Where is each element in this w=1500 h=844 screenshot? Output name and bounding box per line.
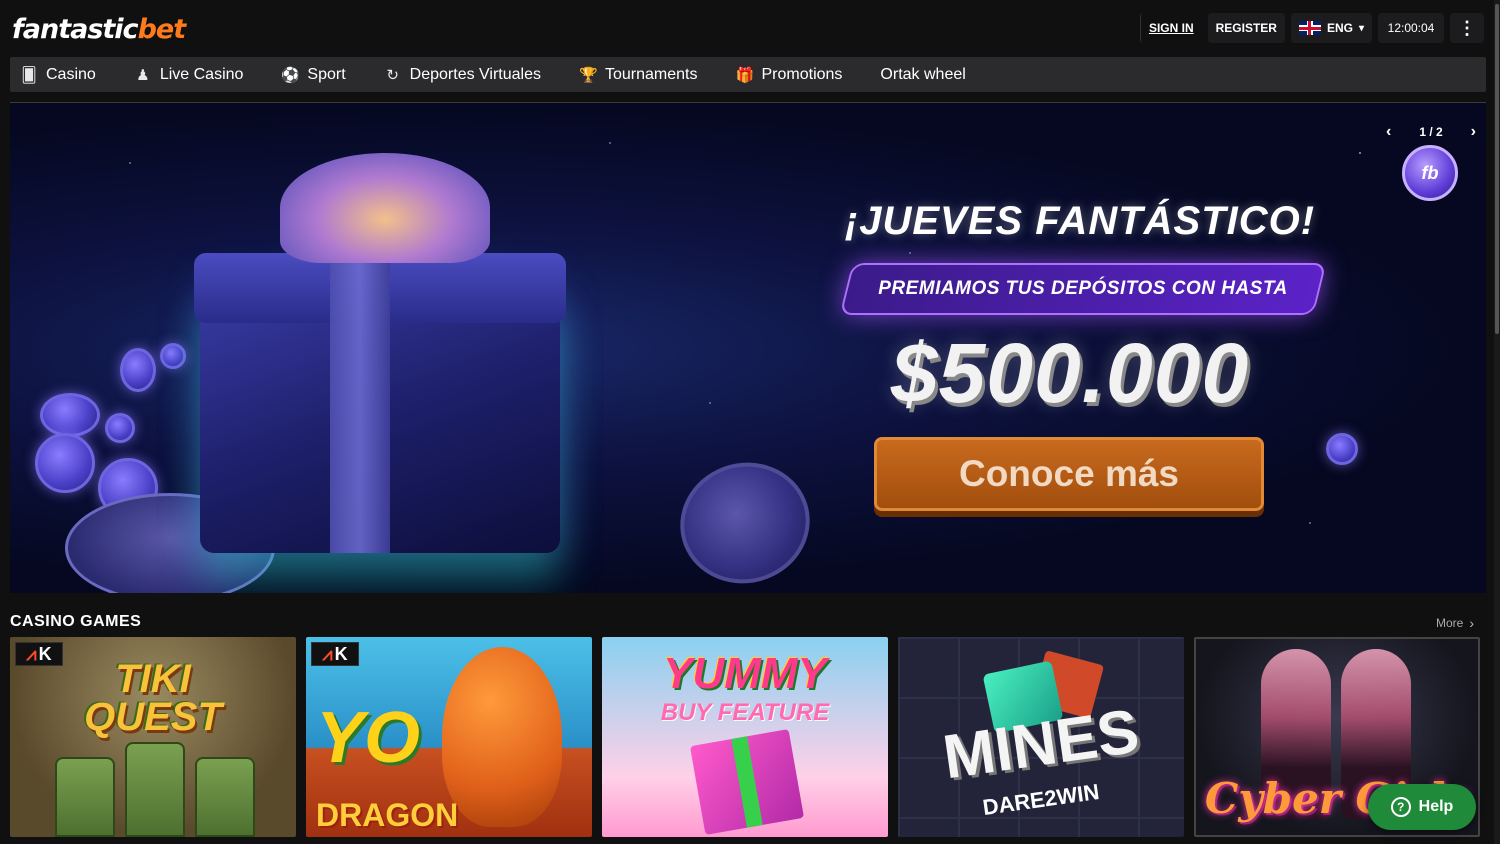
gift-ribbon — [330, 253, 390, 553]
dragon-character-image — [442, 647, 562, 827]
header-actions: SIGN IN REGISTER ENG ▾ 12:00:04 ⋮ — [1139, 13, 1484, 43]
tiki-statue-image — [55, 757, 115, 837]
nav-item-tournaments[interactable]: 🏆 Tournaments — [579, 66, 698, 84]
nav-item-live-casino[interactable]: ♟ Live Casino — [134, 65, 244, 84]
promo-title: ¡JUEVES FANTÁSTICO! — [844, 199, 1316, 243]
coin-icon — [1326, 433, 1358, 465]
promo-subtitle: PREMIAMOS TUS DEPÓSITOS CON HASTA — [878, 278, 1288, 299]
clock-display: 12:00:04 — [1378, 13, 1444, 43]
tiki-statue-image — [195, 757, 255, 837]
chevron-down-icon: ▾ — [1358, 22, 1364, 34]
uk-flag-icon — [1298, 21, 1321, 35]
nav-item-sport[interactable]: ⚽ Sport — [281, 66, 345, 84]
logo-text-main: fantastic — [12, 14, 139, 45]
chevron-left-icon[interactable]: ‹ — [1386, 123, 1391, 141]
casino-cards-icon: 🂠 — [21, 66, 37, 84]
nav-item-label: Deportes Virtuales — [409, 65, 541, 83]
promo-amount: $500.000 — [890, 326, 1250, 420]
provider-logo-icon: ⩘ — [322, 643, 333, 664]
game-card-yummy[interactable]: YUMMY BUY FEATURE — [602, 637, 888, 837]
gift-bow — [280, 153, 490, 263]
nav-item-label: Sport — [307, 65, 346, 83]
coin-icon — [40, 393, 100, 437]
chevron-right-icon[interactable]: › — [1471, 123, 1476, 141]
tiki-statue-image — [125, 742, 185, 837]
provider-badge: ⩘ K — [311, 642, 359, 666]
provider-badge-label: K — [334, 643, 348, 664]
promo-banner[interactable]: ¡JUEVES FANTÁSTICO! PREMIAMOS TUS DEPÓSI… — [10, 103, 1486, 593]
page-scrollbar[interactable] — [1494, 0, 1500, 844]
help-button[interactable]: ? Help — [1368, 784, 1476, 830]
nav-item-label: Casino — [46, 65, 96, 83]
game-card-mines[interactable]: MINES DARE2WIN — [898, 637, 1184, 837]
main-nav: 🂠 Casino ♟ Live Casino ⚽ Sport ↻ Deporte… — [10, 57, 1486, 92]
site-logo[interactable]: fantasticbet — [12, 14, 187, 45]
conoce-mas-button[interactable]: Conoce más — [874, 437, 1264, 511]
coin-icon — [35, 433, 95, 493]
soccer-ball-icon: ⚽ — [281, 66, 301, 84]
game-card-yo-dragon[interactable]: ⩘ K YO DRAGON — [306, 637, 592, 837]
casino-games-row: ⩘ K TIKI QUEST ⩘ K YO DRAGON YUMMY BUY FEA… — [10, 637, 1481, 837]
more-label: More — [1436, 616, 1464, 630]
gift-box-image — [194, 153, 566, 553]
language-selector[interactable]: ENG ▾ — [1290, 13, 1372, 43]
game-title-line1: TIKI — [115, 657, 191, 701]
virtual-sports-icon: ↻ — [386, 66, 399, 84]
kebab-menu-icon[interactable]: ⋮ — [1450, 13, 1484, 43]
casino-games-heading: CASINO GAMES — [10, 613, 142, 630]
nav-item-casino[interactable]: 🂠 Casino — [20, 66, 96, 84]
top-header: fantasticbet SIGN IN REGISTER ENG ▾ 12:0… — [0, 0, 1500, 56]
game-title-line2: BUY FEATURE — [660, 699, 830, 726]
logo-text-accent: bet — [137, 14, 187, 45]
chevron-right-icon: › — [1469, 615, 1475, 631]
register-button[interactable]: REGISTER — [1207, 13, 1285, 43]
question-icon: ? — [1390, 797, 1411, 817]
gift-icon — [689, 729, 805, 835]
sign-in-link[interactable]: SIGN IN — [1139, 13, 1202, 43]
nav-item-promotions[interactable]: 🎁 Promotions — [736, 66, 843, 84]
game-title-line1: YO — [316, 698, 421, 778]
slide-counter: 1 / 2 — [1419, 125, 1443, 139]
coin-icon — [120, 348, 156, 392]
nav-item-label: Tournaments — [605, 65, 698, 83]
fb-logo-coin-icon: fb — [1402, 145, 1458, 201]
more-link[interactable]: More › — [1436, 615, 1474, 631]
game-title-line1: YUMMY — [663, 649, 827, 698]
trophy-icon: 🏆 — [579, 66, 598, 84]
coin-icon — [160, 343, 186, 369]
slider-controls: ‹ 1 / 2 › — [1386, 123, 1476, 141]
nav-item-label: Live Casino — [159, 65, 244, 83]
language-label: ENG — [1326, 21, 1353, 35]
coin-icon — [105, 413, 135, 443]
nav-item-label: Ortak wheel — [880, 65, 966, 83]
help-label: Help — [1418, 798, 1454, 815]
game-title-line2: DRAGON — [316, 797, 459, 833]
scrollbar-thumb[interactable] — [1495, 4, 1499, 334]
game-card-tiki-quest[interactable]: ⩘ K TIKI QUEST — [10, 637, 296, 837]
live-dealer-icon: ♟ — [136, 66, 150, 84]
gift-icon: 🎁 — [735, 66, 755, 84]
nav-item-ortak-wheel[interactable]: Ortak wheel — [880, 66, 965, 84]
game-title-line2: QUEST — [84, 695, 222, 739]
nav-item-deportes-virtuales[interactable]: ↻ Deportes Virtuales — [384, 66, 541, 84]
nav-item-label: Promotions — [761, 65, 843, 83]
